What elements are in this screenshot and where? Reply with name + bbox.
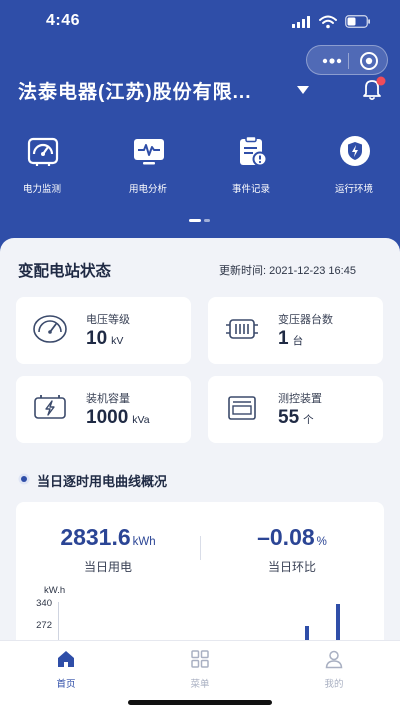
- quick-nav: 电力监测 用电分析 事件记录 运行环境: [0, 134, 400, 198]
- stat-label: 测控装置: [278, 393, 322, 405]
- wifi-icon: [319, 15, 337, 29]
- more-icon[interactable]: [317, 50, 347, 72]
- notification-bell-icon[interactable]: [359, 76, 387, 102]
- battery-icon: [345, 15, 370, 28]
- gauge-icon: [27, 137, 59, 166]
- transformer-icon: [226, 319, 258, 339]
- kpi-daily-usage: 2831.6 kWh 当日用电: [16, 524, 200, 575]
- status-bar: 4:46: [0, 10, 400, 34]
- chart-y-tick: 272: [36, 620, 52, 631]
- home-icon: [58, 651, 74, 667]
- battery-bolt-icon: [34, 395, 66, 419]
- stat-label: 电压等级: [86, 314, 130, 326]
- tab-profile[interactable]: 我的: [294, 649, 374, 690]
- kpi-day-over-day: –0.08% 当日环比: [200, 524, 384, 575]
- tab-label: 我的: [324, 679, 344, 690]
- kpi-unit: %: [316, 536, 327, 548]
- company-selector[interactable]: 法泰电器(江苏)股份有限...: [18, 77, 252, 104]
- quick-nav-label: 运行环境: [334, 184, 373, 195]
- tab-label: 菜单: [190, 679, 210, 690]
- chart-y-tick: 340: [36, 598, 52, 609]
- stat-label: 装机容量: [86, 393, 130, 405]
- miniprogram-capsule: [306, 45, 388, 75]
- section-dot-icon: [18, 473, 30, 485]
- quick-nav-label: 事件记录: [231, 184, 270, 195]
- meter-icon: [33, 315, 67, 343]
- stat-number: 1: [278, 328, 289, 349]
- update-time: 更新时间: 2021-12-23 16:45: [219, 265, 356, 277]
- kpi-label: 当日用电: [83, 560, 132, 574]
- signal-icon: [292, 16, 310, 28]
- stat-unit: kV: [111, 335, 124, 347]
- user-icon: [325, 650, 343, 669]
- tab-menu[interactable]: 菜单: [160, 649, 240, 690]
- usage-chart-card: 2831.6 kWh 当日用电 –0.08% 当日环比 kW.h 340 272: [16, 502, 384, 658]
- shield-bolt-icon: [340, 136, 370, 166]
- tab-home[interactable]: 首页: [26, 649, 106, 690]
- stat-card-capacity[interactable]: 装机容量 1000 kVa: [16, 376, 191, 443]
- stat-card-transformers[interactable]: 变压器台数 1台: [208, 297, 383, 364]
- status-time: 4:46: [46, 12, 81, 29]
- quick-nav-usage-analysis[interactable]: 用电分析: [108, 134, 188, 196]
- quick-nav-environment[interactable]: 运行环境: [314, 134, 394, 196]
- stat-unit: 个: [303, 414, 314, 426]
- section-title: 变配电站状态: [18, 263, 112, 280]
- stat-label: 变压器台数: [278, 314, 333, 326]
- device-icon: [228, 396, 256, 420]
- monitor-pulse-icon: [134, 139, 164, 165]
- quick-nav-event-log[interactable]: 事件记录: [211, 134, 291, 196]
- stat-card-devices[interactable]: 测控装置 55 个: [208, 376, 383, 443]
- grid-icon: [191, 650, 209, 668]
- stat-number: 10: [86, 328, 108, 349]
- clipboard-alert-icon: [240, 135, 268, 167]
- stat-value: 1台: [278, 328, 303, 350]
- page-indicator: [189, 219, 211, 223]
- capsule-divider: [348, 53, 349, 69]
- close-icon[interactable]: [357, 50, 381, 72]
- chart-y-unit: kW.h: [44, 585, 66, 596]
- kpi-label: 当日环比: [267, 560, 316, 574]
- quick-nav-label: 用电分析: [128, 184, 167, 195]
- kpi-value: –0.08: [257, 524, 315, 550]
- stat-value: 10 kV: [86, 328, 123, 350]
- kpi-unit: kWh: [132, 536, 156, 548]
- header-hero: 4:46 法泰电器(江苏)股份有限... 电力监测 用电分析 事件记录 运行环境: [0, 0, 400, 262]
- kpi-value: 2831.6: [60, 524, 131, 550]
- chevron-down-icon[interactable]: [296, 85, 310, 95]
- stat-value: 1000 kVa: [86, 407, 150, 429]
- stat-value: 55 个: [278, 407, 314, 429]
- stat-unit: kVa: [132, 414, 150, 426]
- tab-label: 首页: [56, 679, 76, 690]
- quick-nav-label: 电力监测: [22, 184, 61, 195]
- home-indicator: [128, 700, 272, 705]
- stat-number: 55: [278, 407, 300, 428]
- curve-section-title: 当日逐时用电曲线概况: [37, 474, 168, 489]
- stat-card-voltage[interactable]: 电压等级 10 kV: [16, 297, 191, 364]
- stat-unit: 台: [292, 335, 304, 347]
- quick-nav-power-monitor[interactable]: 电力监测: [2, 134, 82, 196]
- stat-number: 1000: [86, 407, 129, 428]
